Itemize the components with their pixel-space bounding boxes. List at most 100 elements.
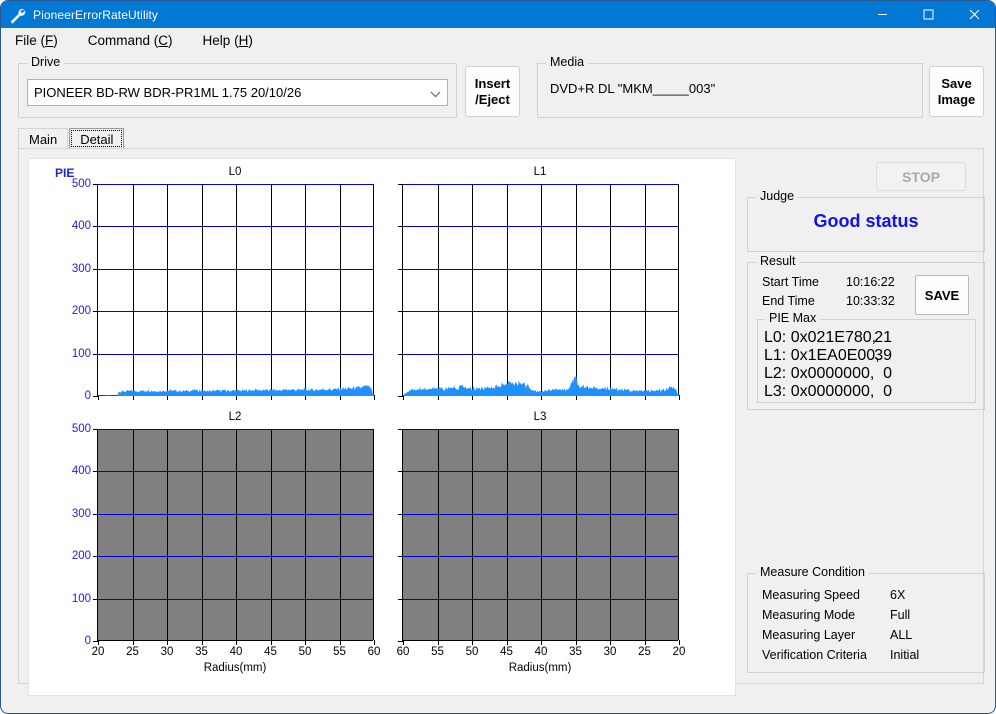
y-axis-label-0: 0 — [85, 635, 91, 647]
pie-max-group: PIE Max L0: 0x021E780, 21 L1: 0x1EA0E00,… — [757, 319, 976, 403]
gridline-vertical — [610, 429, 611, 640]
menu-file-label: File — [15, 33, 37, 48]
x-axis-label-30: 30 — [604, 646, 617, 658]
pie-max-row-l1-addr: L1: 0x1EA0E00, — [764, 347, 880, 365]
y-axis-label-100: 100 — [72, 348, 91, 360]
chart-title-l0: L0 — [97, 166, 373, 178]
pie-max-row-l0-value: 21 — [870, 329, 892, 347]
measure-condition-title: Measure Condition — [756, 565, 869, 579]
insert-eject-line1: Insert — [475, 76, 510, 92]
x-axis-tick — [645, 640, 646, 645]
x-axis-tick — [167, 640, 168, 645]
x-axis-tick — [507, 640, 508, 645]
x-axis-tick — [679, 640, 680, 645]
close-button[interactable] — [951, 1, 996, 28]
pie-max-group-title: PIE Max — [765, 311, 820, 325]
y-axis-tick — [93, 599, 98, 600]
tab-detail-label: Detail — [80, 132, 113, 147]
x-axis-tick — [271, 640, 272, 645]
gridline-vertical — [576, 429, 577, 640]
drive-select[interactable]: PIONEER BD-RW BDR-PR1ML 1.75 20/10/26 — [27, 79, 448, 106]
gridline-vertical — [305, 429, 306, 640]
gridline-vertical — [507, 429, 508, 640]
stop-button[interactable]: STOP — [876, 162, 966, 191]
menu-help-label: Help — [203, 33, 231, 48]
y-axis-label-200: 200 — [72, 305, 91, 317]
x-axis-label-55: 55 — [431, 646, 444, 658]
plot-area-l0: 0100200300400500 — [97, 184, 373, 396]
measuring-layer-label: Measuring Layer — [762, 628, 855, 642]
drive-group-title: Drive — [27, 55, 64, 69]
tab-detail[interactable]: Detail — [69, 128, 124, 149]
chevron-down-icon — [431, 87, 441, 97]
plot-right-border — [678, 429, 679, 640]
x-axis-tick — [133, 640, 134, 645]
insert-eject-button[interactable]: Insert /Eject — [465, 66, 520, 117]
gridline-vertical — [438, 429, 439, 640]
x-axis-label-45: 45 — [264, 646, 277, 658]
verification-criteria-value: Initial — [890, 648, 919, 662]
application-window: PioneerErrorRateUtility File (F) Command… — [0, 0, 996, 714]
x-axis-tick — [403, 640, 404, 645]
media-group-title: Media — [546, 55, 588, 69]
save-image-line1: Save — [941, 76, 971, 92]
y-axis-label-100: 100 — [72, 593, 91, 605]
pie-max-row-l2-addr: L2: 0x0000000, — [764, 365, 874, 383]
menu-item-help[interactable]: Help (H) — [203, 33, 253, 48]
menu-item-file[interactable]: File (F) — [15, 33, 58, 48]
x-axis-label-25: 25 — [638, 646, 651, 658]
judge-group-title: Judge — [756, 189, 798, 203]
series-l1 — [403, 184, 679, 396]
gridline-vertical — [472, 429, 473, 640]
drive-group: Drive PIONEER BD-RW BDR-PR1ML 1.75 20/10… — [18, 63, 457, 118]
y-axis-label-200: 200 — [72, 550, 91, 562]
plot-area-l3: 605550454035302520 — [402, 429, 678, 641]
judge-group: Judge Good status — [747, 197, 985, 252]
start-time-label: Start Time — [762, 275, 819, 289]
pie-max-row-l3-value: 0 — [870, 383, 892, 401]
window-controls — [859, 1, 996, 28]
plot-area-l1 — [402, 184, 678, 396]
x-axis-tick — [438, 640, 439, 645]
x-axis-label-30: 30 — [161, 646, 174, 658]
save-image-button[interactable]: Save Image — [929, 66, 984, 117]
detail-tab-panel: L00100200300400500PIEL1L2010020030040050… — [18, 148, 984, 684]
media-group: Media DVD+R DL "MKM_____003" — [537, 63, 923, 118]
tab-main[interactable]: Main — [18, 128, 68, 149]
result-group: Result Start Time 10:16:22 End Time 10:3… — [747, 262, 985, 410]
measuring-speed-label: Measuring Speed — [762, 588, 860, 602]
gridline-vertical — [340, 429, 341, 640]
series-l0 — [98, 184, 374, 396]
measuring-layer-value: ALL — [890, 628, 912, 642]
x-axis-tick — [610, 640, 611, 645]
x-axis-caption-l2: Radius(mm) — [97, 662, 373, 674]
tab-main-label: Main — [29, 132, 57, 147]
chart-title-l2: L2 — [97, 411, 373, 423]
x-axis-tick — [576, 640, 577, 645]
pie-max-row-l3-addr: L3: 0x0000000, — [764, 383, 874, 401]
charts-panel: L00100200300400500PIEL1L2010020030040050… — [28, 158, 736, 696]
save-button[interactable]: SAVE — [915, 275, 969, 315]
gridline-vertical — [167, 429, 168, 640]
menu-item-command[interactable]: Command (C) — [88, 33, 173, 48]
drive-select-value: PIONEER BD-RW BDR-PR1ML 1.75 20/10/26 — [34, 85, 301, 100]
x-axis-tick — [541, 640, 542, 645]
gridline-vertical — [645, 429, 646, 640]
y-axis-label-400: 400 — [72, 220, 91, 232]
y-axis-label-300: 300 — [72, 508, 91, 520]
judge-status: Good status — [748, 211, 984, 232]
x-axis-label-60: 60 — [368, 646, 381, 658]
y-axis-label-300: 300 — [72, 263, 91, 275]
gridline-vertical — [541, 429, 542, 640]
maximize-button[interactable] — [905, 1, 951, 28]
end-time-label: End Time — [762, 294, 815, 308]
x-axis-tick — [98, 640, 99, 645]
x-axis-tick — [236, 640, 237, 645]
pie-max-row-l2-value: 0 — [870, 365, 892, 383]
y-axis-label-500: 500 — [72, 178, 91, 190]
x-axis-label-55: 55 — [333, 646, 346, 658]
minimize-button[interactable] — [859, 1, 905, 28]
end-time-value: 10:33:32 — [846, 294, 895, 308]
menu-command-label: Command — [88, 33, 150, 48]
x-axis-label-50: 50 — [299, 646, 312, 658]
